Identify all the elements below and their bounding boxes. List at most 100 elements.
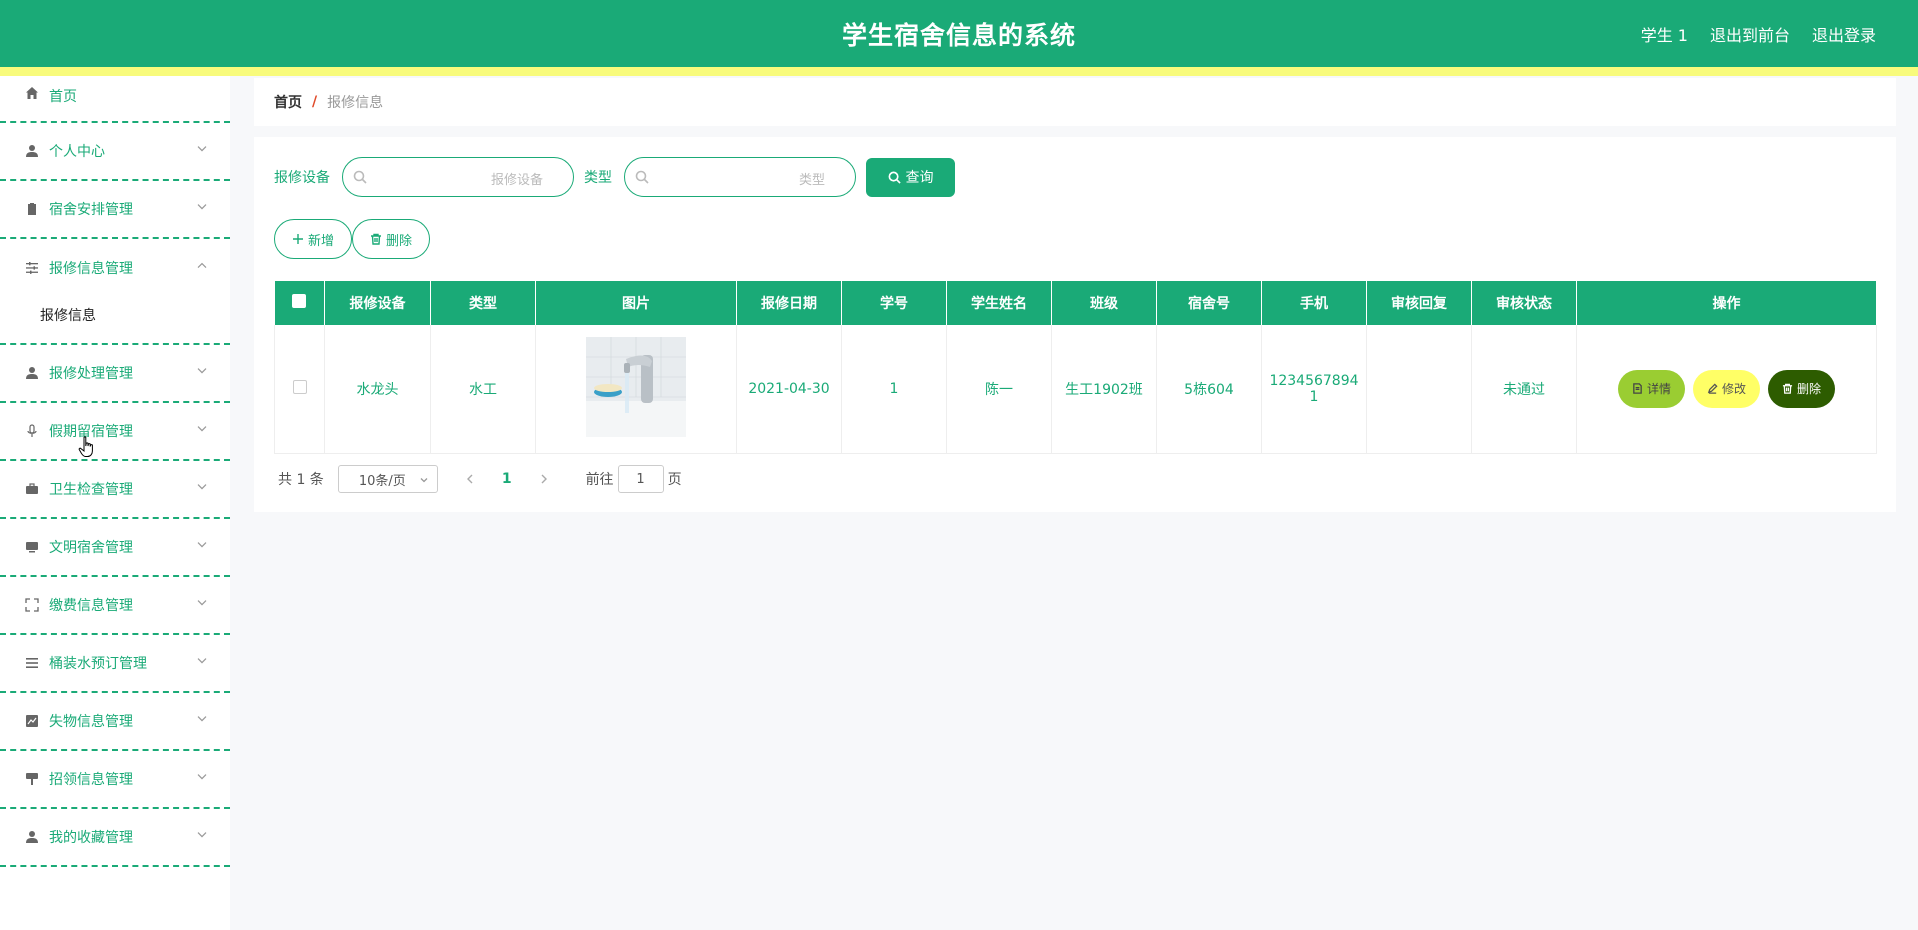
sidebar-item-favorites[interactable]: 我的收藏管理: [0, 809, 230, 867]
breadcrumb-separator: /: [312, 94, 318, 110]
sidebar-subitem-label: 报修信息: [40, 308, 96, 324]
search-device-label: 报修设备: [274, 170, 330, 186]
add-button[interactable]: 新增: [274, 219, 353, 259]
phone-line2: 1: [1309, 388, 1319, 405]
cell-actions: 详情 修改 删除: [1576, 325, 1877, 454]
cell-student-no: 1: [841, 325, 947, 454]
page-number-current[interactable]: 1: [502, 471, 512, 487]
exit-to-front-link[interactable]: 退出到前台: [1710, 22, 1790, 46]
breadcrumb: 首页 / 报修信息: [254, 78, 1896, 126]
table-header-row: 报修设备 类型 图片 报修日期 学号 学生姓名 班级 宿舍号 手机 审核回复 审…: [274, 281, 1877, 325]
next-page-button[interactable]: [538, 473, 550, 485]
chevron-down-icon: [196, 713, 208, 725]
detail-button-label: 详情: [1646, 382, 1671, 397]
col-header: 类型: [430, 281, 536, 325]
batch-delete-button[interactable]: 删除: [352, 219, 431, 259]
cell-status: 未通过: [1471, 325, 1577, 454]
goto-label: 前往: [585, 472, 614, 488]
goto-page-input[interactable]: 1: [617, 465, 664, 493]
search-icon: [888, 171, 901, 184]
breadcrumb-current: 报修信息: [327, 95, 384, 111]
edit-button[interactable]: 修改: [1692, 369, 1760, 408]
chevron-down-icon: [196, 829, 208, 841]
sidebar-item-dorm-arrangement[interactable]: 宿舍安排管理: [0, 181, 230, 239]
search-bar: 报修设备 报修设备 类型 类型 查询: [274, 157, 955, 197]
header-user-menu: 学生 1 退出到前台 退出登录: [1641, 22, 1876, 46]
col-header: 操作: [1576, 281, 1877, 325]
sidebar-item-home[interactable]: 首页: [0, 76, 230, 123]
detail-button[interactable]: 详情: [1617, 369, 1685, 408]
list-icon: [25, 656, 39, 670]
cell-class: 生工1902班: [1051, 325, 1157, 454]
chevron-down-icon: [196, 481, 208, 493]
sidebar-item-water-order[interactable]: 桶装水预订管理: [0, 635, 230, 693]
current-user-label[interactable]: 学生 1: [1641, 22, 1688, 46]
row-checkbox[interactable]: [292, 379, 307, 394]
sidebar-item-repair-info[interactable]: 报修信息管理: [0, 239, 230, 297]
cell-device: 水龙头: [324, 325, 431, 454]
add-button-label: 新增: [308, 233, 335, 249]
monitor-icon: [25, 540, 39, 554]
sidebar-item-label: 缴费信息管理: [49, 598, 133, 614]
select-all-checkbox-cell[interactable]: [274, 281, 325, 325]
batch-delete-button-label: 删除: [386, 233, 413, 249]
sidebar-item-personal-center[interactable]: 个人中心: [0, 123, 230, 181]
cell-phone: 1234567894 1: [1261, 325, 1367, 454]
sidebar-item-hygiene-check[interactable]: 卫生检查管理: [0, 461, 230, 519]
col-header: 学号: [841, 281, 947, 325]
sidebar-item-label: 招领信息管理: [49, 772, 133, 788]
table-row: 水龙头 水工 2021-04-30 1 陈一 生工1902班 5栋604 123…: [274, 325, 1877, 454]
hand-cursor-icon: [78, 436, 96, 458]
col-header: 图片: [535, 281, 737, 325]
person-icon: [25, 830, 39, 844]
repair-table: 报修设备 类型 图片 报修日期 学号 学生姓名 班级 宿舍号 手机 审核回复 审…: [274, 281, 1877, 454]
cell-dorm: 5栋604: [1156, 325, 1262, 454]
sidebar-item-label: 首页: [49, 89, 77, 105]
action-bar: 新增 删除: [274, 219, 431, 259]
sidebar-item-payment-info[interactable]: 缴费信息管理: [0, 577, 230, 635]
search-device-input[interactable]: 报修设备: [342, 157, 574, 197]
sidebar-item-label: 失物信息管理: [49, 714, 133, 730]
cell-name: 陈一: [946, 325, 1052, 454]
chevron-down-icon: [196, 423, 208, 435]
page-unit-label: 页: [667, 472, 682, 488]
delete-button[interactable]: 删除: [1768, 369, 1836, 408]
breadcrumb-home[interactable]: 首页: [274, 92, 302, 112]
select-all-checkbox[interactable]: [292, 294, 307, 308]
clipboard-icon: [25, 202, 39, 216]
sliders-icon: [25, 261, 39, 275]
cell-reply: [1366, 325, 1472, 454]
sidebar-item-repair-handling[interactable]: 报修处理管理: [0, 345, 230, 403]
sidebar-item-lost-items[interactable]: 失物信息管理: [0, 693, 230, 751]
search-icon: [353, 170, 367, 184]
chevron-down-icon: [420, 478, 428, 483]
query-button[interactable]: 查询: [866, 157, 955, 197]
sidebar-item-label: 文明宿舍管理: [49, 540, 133, 556]
search-type-input[interactable]: 类型: [624, 157, 856, 197]
chevron-down-icon: [196, 771, 208, 783]
col-header: 宿舍号: [1156, 281, 1262, 325]
sidebar-subitem-repair-info[interactable]: 报修信息: [0, 297, 230, 345]
sidebar-item-holiday-stay[interactable]: 假期留宿管理: [0, 403, 230, 461]
row-checkbox-cell[interactable]: [274, 325, 325, 454]
sidebar-item-civilized-dorm[interactable]: 文明宿舍管理: [0, 519, 230, 577]
trash-icon: [371, 233, 382, 245]
page-size-select[interactable]: 10条/页: [337, 465, 438, 493]
sidebar-item-label: 报修处理管理: [49, 366, 133, 382]
cell-image: [535, 325, 737, 454]
search-type-placeholder: 类型: [798, 173, 825, 188]
search-type-label: 类型: [584, 170, 612, 186]
col-header: 报修日期: [736, 281, 842, 325]
mic-icon: [25, 424, 39, 438]
pagination: 共 1 条 10条/页 1 前往 1 页: [278, 465, 682, 493]
row-action-buttons: 详情 修改 删除: [1577, 369, 1876, 408]
sidebar-item-found-claims[interactable]: 招领信息管理: [0, 751, 230, 809]
prev-page-button[interactable]: [464, 473, 476, 485]
logout-link[interactable]: 退出登录: [1812, 22, 1876, 46]
chevron-down-icon: [196, 201, 208, 213]
chevron-right-icon: [541, 474, 547, 484]
sidebar-item-label: 我的收藏管理: [49, 830, 133, 846]
page-size-value: 10条/页: [358, 473, 406, 489]
chevron-down-icon: [196, 597, 208, 609]
home-icon: [25, 86, 39, 100]
